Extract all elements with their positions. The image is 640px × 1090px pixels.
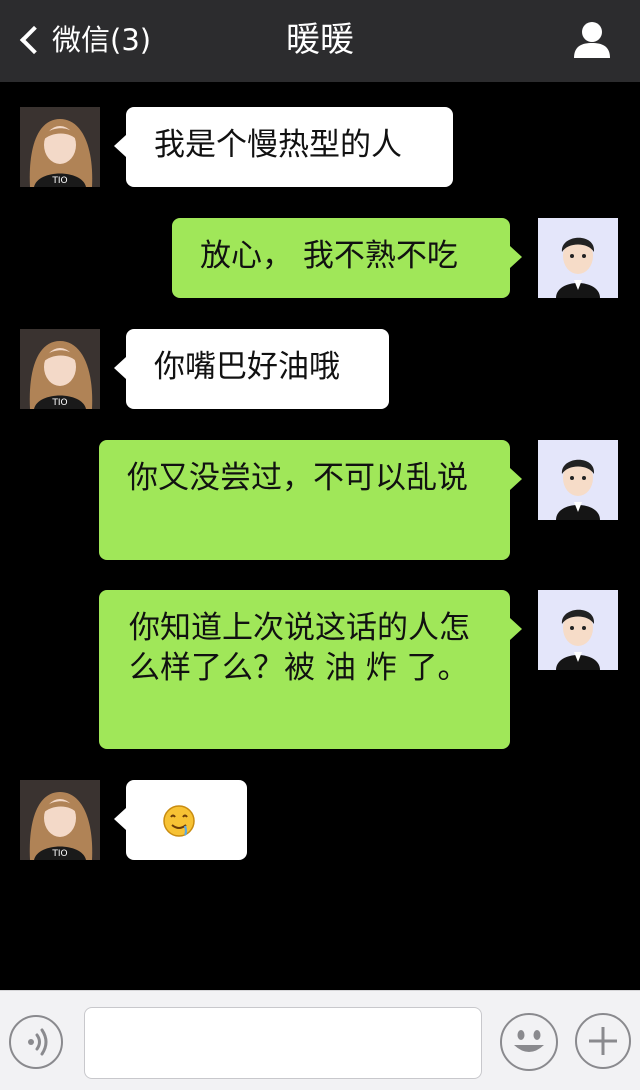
input-toolbar bbox=[0, 990, 640, 1090]
outgoing-message-bubble[interactable]: 你知道上次说这话的人怎么样了么？被 油 炸 了。 bbox=[99, 590, 522, 749]
more-button[interactable] bbox=[575, 1013, 631, 1069]
contact-avatar[interactable]: TIO bbox=[20, 329, 100, 409]
plus-icon bbox=[589, 1027, 617, 1055]
message-row: TIO 我是个慢热型的人 bbox=[0, 107, 640, 187]
my-avatar[interactable] bbox=[538, 218, 618, 298]
message-text: 我是个慢热型的人 bbox=[154, 127, 402, 163]
incoming-message-bubble[interactable]: 你嘴巴好油哦 bbox=[114, 329, 389, 409]
my-avatar-image bbox=[538, 440, 618, 520]
navigation-bar: 微信(3) 暖暖 bbox=[0, 0, 640, 82]
message-list[interactable]: TIO 我是个慢热型的人 放心， 我不熟不吃 TIO 你嘴巴好油哦 你又没尝过，… bbox=[0, 82, 640, 990]
incoming-message-bubble[interactable]: 我是个慢热型的人 bbox=[114, 107, 453, 187]
svg-text:TIO: TIO bbox=[51, 398, 67, 408]
outgoing-message-bubble[interactable]: 放心， 我不熟不吃 bbox=[172, 218, 522, 298]
message-text: 你知道上次说这话的人怎么样了么？被 油 炸 了。 bbox=[129, 610, 470, 686]
message-row: 你知道上次说这话的人怎么样了么？被 油 炸 了。 bbox=[0, 590, 640, 749]
smiley-icon bbox=[514, 1030, 544, 1052]
message-input[interactable] bbox=[84, 1007, 482, 1079]
message-row: TIO bbox=[0, 780, 640, 860]
contact-avatar-image: TIO bbox=[20, 329, 100, 409]
message-text: 你又没尝过，不可以乱说 bbox=[127, 460, 468, 496]
emoji-button[interactable] bbox=[500, 1013, 558, 1071]
message-text: 你嘴巴好油哦 bbox=[154, 349, 340, 385]
drooling-face-emoji bbox=[163, 805, 195, 837]
outgoing-message-bubble[interactable]: 你又没尝过，不可以乱说 bbox=[99, 440, 522, 560]
contact-avatar-image: TIO bbox=[20, 107, 100, 187]
contact-avatar[interactable]: TIO bbox=[20, 780, 100, 860]
back-label: 微信(3) bbox=[52, 23, 152, 57]
voice-button[interactable] bbox=[9, 1015, 63, 1069]
my-avatar-image bbox=[538, 590, 618, 670]
my-avatar[interactable] bbox=[538, 440, 618, 520]
message-row: 放心， 我不熟不吃 bbox=[0, 218, 640, 298]
voice-icon bbox=[28, 1028, 48, 1056]
person-icon bbox=[574, 22, 610, 58]
svg-text:TIO: TIO bbox=[51, 849, 67, 859]
message-row: 你又没尝过，不可以乱说 bbox=[0, 440, 640, 560]
back-button[interactable]: 微信(3) bbox=[14, 18, 151, 62]
incoming-message-bubble[interactable] bbox=[114, 780, 247, 860]
message-row: TIO 你嘴巴好油哦 bbox=[0, 329, 640, 409]
profile-button[interactable] bbox=[572, 20, 612, 60]
message-text: 放心， 我不熟不吃 bbox=[200, 238, 458, 274]
svg-text:TIO: TIO bbox=[51, 176, 67, 186]
my-avatar[interactable] bbox=[538, 590, 618, 670]
contact-avatar-image: TIO bbox=[20, 780, 100, 860]
chevron-left-icon bbox=[19, 25, 49, 55]
contact-avatar[interactable]: TIO bbox=[20, 107, 100, 187]
my-avatar-image bbox=[538, 218, 618, 298]
